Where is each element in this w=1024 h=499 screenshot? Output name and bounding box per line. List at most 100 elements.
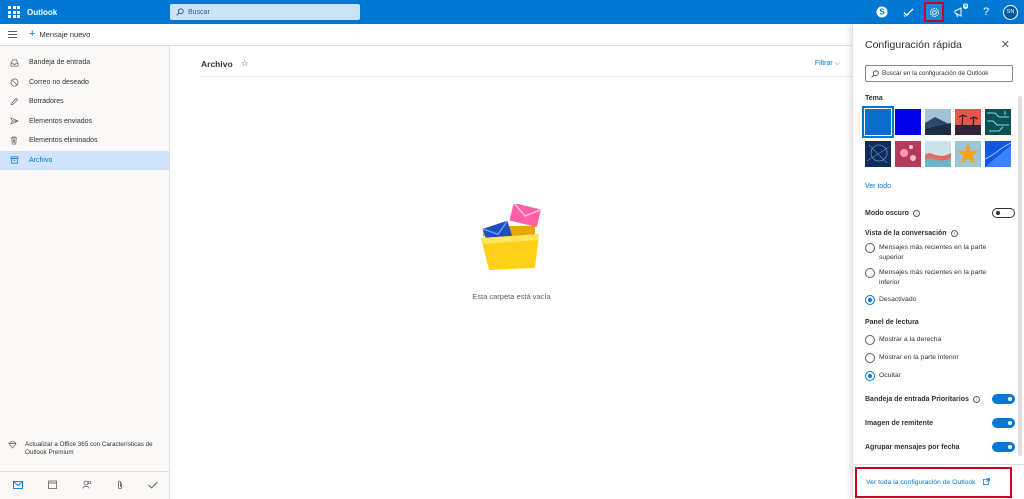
mail-icon[interactable] [12, 480, 23, 491]
settings-title: Configuración rápida [865, 39, 962, 51]
upgrade-premium-link[interactable]: Actualizar a Office 365 con Característi… [8, 441, 158, 457]
theme-swatch-palms[interactable] [955, 109, 981, 135]
hamburger-menu-icon[interactable] [8, 31, 17, 38]
radio-label: Mostrar en la parte inferior [879, 354, 959, 361]
notification-badge: 5 [963, 3, 968, 9]
radio-button-checked[interactable] [865, 371, 875, 381]
theme-swatch-circuit[interactable] [985, 109, 1011, 135]
files-attachment-icon[interactable] [117, 480, 123, 492]
new-message-label: Mensaje nuevo [39, 30, 91, 39]
theme-label: Tema [865, 95, 883, 102]
radio-reading-hide[interactable]: Ocultar [865, 371, 1005, 381]
nav-item-deleted[interactable]: Elementos eliminados [0, 131, 169, 151]
announcements-megaphone-icon[interactable]: 5 [947, 0, 973, 24]
focused-inbox-label: Bandeja de entrada Prioritarios [865, 395, 969, 403]
theme-swatch-mountain[interactable] [925, 109, 951, 135]
nav-item-label: Bandeja de entrada [29, 59, 91, 67]
radio-reading-bottom[interactable]: Mostrar en la parte inferior [865, 353, 1005, 363]
diamond-icon [8, 441, 17, 457]
radio-label: Desactivado [879, 296, 917, 303]
todo-check-icon[interactable] [895, 0, 921, 24]
radio-conversation-off[interactable]: Desactivado [865, 295, 1005, 305]
theme-swatch-abstract-blue[interactable] [985, 141, 1011, 167]
folder-title: Archivo [201, 58, 233, 69]
chevron-down-icon: ⌵ [834, 60, 840, 67]
settings-gear-icon[interactable] [924, 2, 944, 22]
radio-newest-top[interactable]: Mensajes más recientes en la parte super… [865, 243, 1005, 263]
filter-button[interactable]: Filtrar ⌵ [815, 60, 840, 68]
empty-folder-illustration [477, 202, 547, 276]
dark-mode-row: Modo oscuro i [865, 208, 1015, 218]
radio-button-checked[interactable] [865, 295, 875, 305]
command-bar: + Mensaje nuevo [0, 24, 852, 46]
radio-label: Mensajes más recientes en la parte infer… [879, 269, 987, 286]
info-icon[interactable]: i [912, 209, 920, 217]
search-input[interactable]: Buscar [170, 4, 360, 20]
upsell-text: Actualizar a Office 365 con Característi… [25, 441, 153, 456]
radio-button[interactable] [865, 335, 875, 345]
app-switcher [0, 471, 170, 499]
theme-swatch-dark-blue[interactable] [895, 109, 921, 135]
people-icon[interactable] [81, 480, 92, 491]
nav-item-junk[interactable]: Correo no deseado [0, 73, 169, 93]
radio-label: Mostrar a la derecha [879, 336, 942, 343]
theme-swatch-lights[interactable] [895, 141, 921, 167]
user-avatar[interactable]: SN [1003, 4, 1018, 20]
theme-swatch-waves[interactable] [925, 141, 951, 167]
radio-newest-bottom[interactable]: Mensajes más recientes en la parte infer… [865, 268, 1005, 288]
new-message-button[interactable]: + Mensaje nuevo [29, 29, 90, 40]
nav-item-inbox[interactable]: Bandeja de entrada [0, 53, 169, 73]
radio-reading-right[interactable]: Mostrar a la derecha [865, 335, 1005, 345]
quick-settings-pane: Configuración rápida ✕ Buscar en la conf… [852, 24, 1024, 499]
radio-button[interactable] [865, 243, 875, 253]
close-icon[interactable]: ✕ [1001, 38, 1010, 51]
view-all-settings-link[interactable]: Ver toda la configuración de Outlook [855, 467, 1012, 498]
nav-item-drafts[interactable]: Borradores [0, 92, 169, 112]
theme-swatch-blue[interactable] [862, 106, 894, 138]
conversation-view-label: Vista de la conversación [865, 230, 947, 237]
search-placeholder: Buscar [188, 8, 210, 16]
dark-mode-toggle[interactable] [992, 208, 1015, 218]
search-icon [871, 69, 879, 78]
sender-image-toggle[interactable] [992, 418, 1015, 428]
sender-image-label: Imagen de remitente [865, 419, 934, 427]
focused-inbox-row: Bandeja de entrada Prioritarios i [865, 394, 1015, 404]
radio-button[interactable] [865, 353, 875, 363]
theme-swatch-star[interactable] [955, 141, 981, 167]
app-launcher-icon[interactable] [7, 5, 21, 19]
group-by-date-label: Agrupar mensajes por fecha [865, 443, 960, 451]
inbox-icon [8, 59, 20, 67]
nav-item-label: Borradores [29, 98, 64, 106]
view-all-settings-label: Ver toda la configuración de Outlook [866, 479, 976, 486]
favorite-star-icon[interactable]: ☆ [241, 58, 249, 69]
group-by-date-row: Agrupar mensajes por fecha [865, 442, 1015, 452]
settings-scrollbar[interactable] [1018, 96, 1022, 456]
info-icon[interactable]: i [950, 230, 958, 237]
see-all-themes-link[interactable]: Ver todo [865, 183, 891, 190]
search-icon [176, 8, 184, 16]
focused-inbox-toggle[interactable] [992, 394, 1015, 404]
filter-label: Filtrar [814, 60, 833, 67]
skype-icon[interactable]: S [869, 0, 895, 24]
nav-item-sent[interactable]: Elementos enviados [0, 112, 169, 132]
info-icon[interactable]: i [972, 395, 980, 403]
calendar-icon[interactable] [47, 480, 57, 491]
todo-icon[interactable] [147, 481, 158, 491]
nav-item-archive[interactable]: Archivo [0, 150, 169, 170]
settings-search-input[interactable]: Buscar en la configuración de Outlook [865, 65, 1013, 82]
nav-item-label: Elementos enviados [29, 117, 93, 125]
theme-swatch-blueprint[interactable] [865, 141, 891, 167]
settings-search-placeholder: Buscar en la configuración de Outlook [882, 70, 989, 77]
header-divider [201, 76, 852, 77]
radio-button[interactable] [865, 268, 875, 278]
reading-pane-label: Panel de lectura [865, 319, 919, 326]
radio-label: Ocultar [879, 372, 901, 379]
theme-grid [862, 106, 1015, 167]
group-by-date-toggle[interactable] [992, 442, 1015, 452]
nav-item-label: Archivo [29, 156, 53, 164]
folder-pane: Bandeja de entrada Correo no deseado Bor… [0, 46, 170, 499]
brand-title[interactable]: Outlook [27, 8, 57, 17]
svg-text:S: S [879, 8, 885, 17]
help-icon[interactable]: ? [973, 0, 999, 24]
send-icon [8, 117, 20, 126]
